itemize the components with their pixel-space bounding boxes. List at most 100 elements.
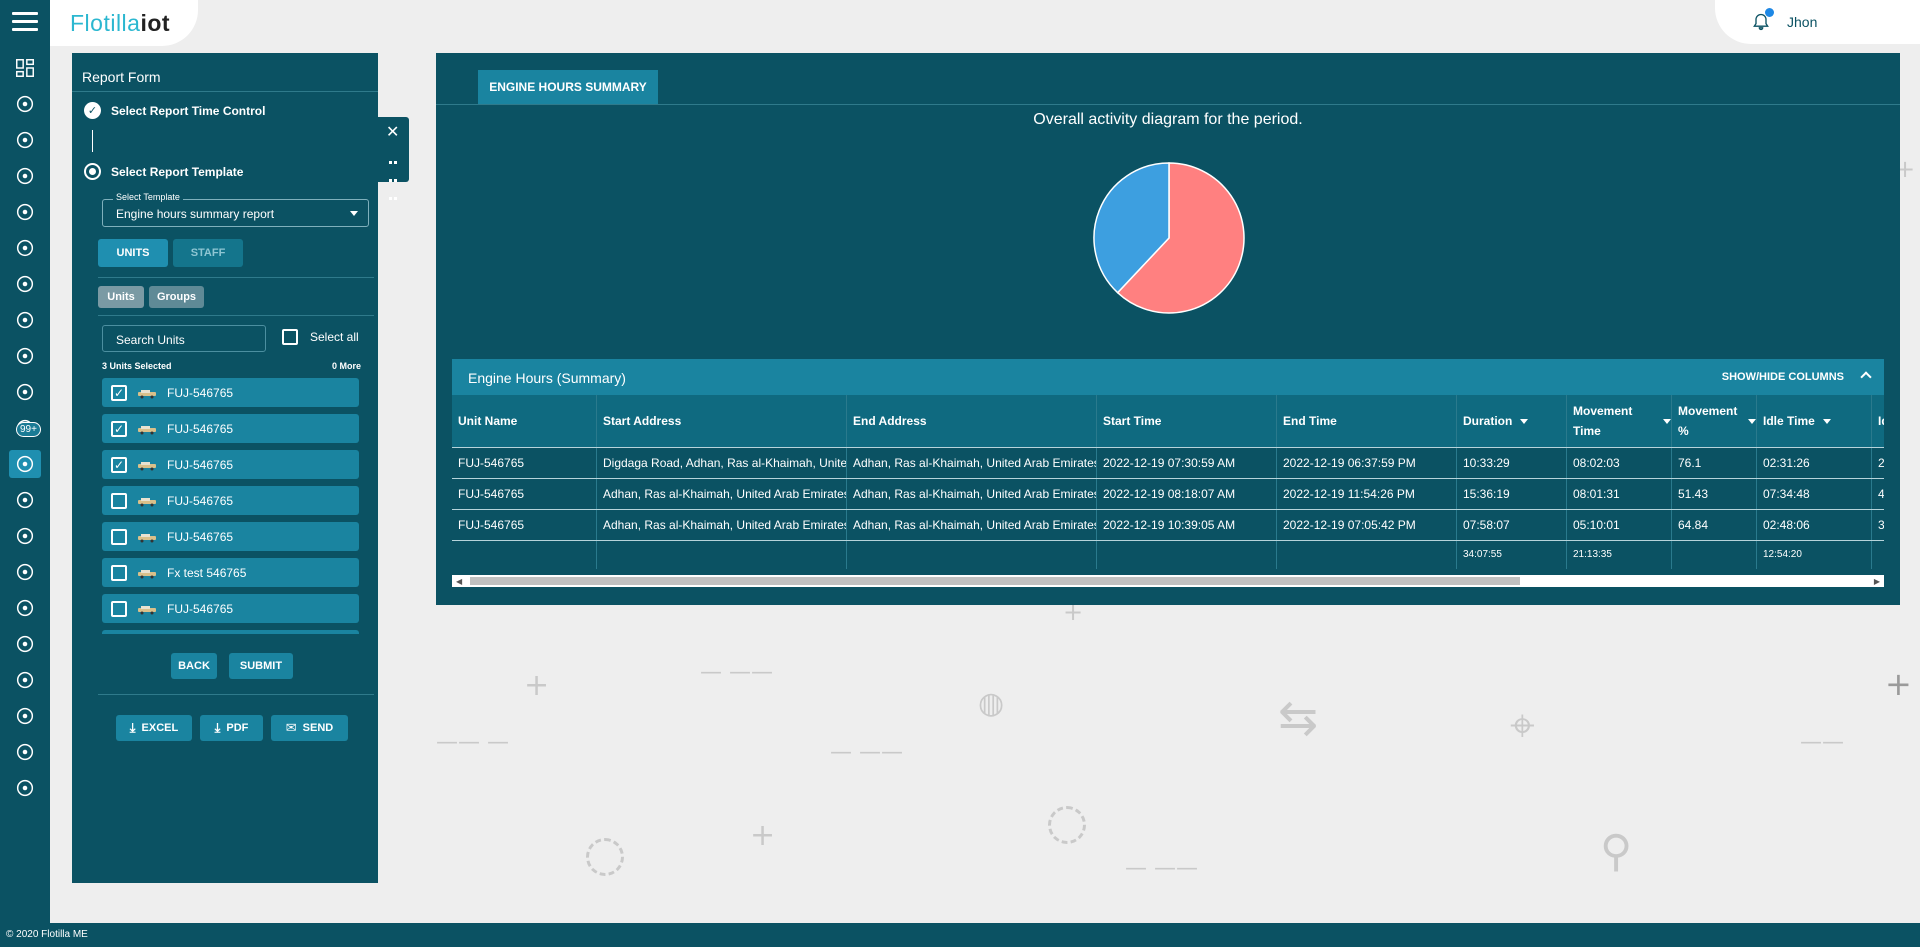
submit-button[interactable]: SUBMIT xyxy=(229,653,293,679)
column-header[interactable]: End Address xyxy=(847,395,1097,447)
tools-icon xyxy=(16,671,34,689)
template-select-label: Select Template xyxy=(113,192,183,202)
sidebar-workflow-icon[interactable] xyxy=(9,702,41,730)
pdf-button[interactable]: ⤓ PDF xyxy=(200,715,263,741)
sidebar-user-icon[interactable] xyxy=(9,198,41,226)
unit-list-item[interactable]: FUJ-546765 xyxy=(102,522,359,551)
unit-list-item[interactable]: FUJ-546765 xyxy=(102,594,359,623)
sidebar-geofence-icon[interactable] xyxy=(9,558,41,586)
subtab-units[interactable]: Units xyxy=(98,286,144,308)
unit-list-item[interactable]: Fx test 546765 xyxy=(102,558,359,587)
bg-pin-icon: ⌖ xyxy=(1510,700,1535,751)
tab-units[interactable]: UNITS xyxy=(98,239,168,267)
close-icon[interactable]: ✕ xyxy=(386,122,399,142)
show-hide-columns-button[interactable]: SHOW/HIDE COLUMNS xyxy=(1722,371,1844,383)
dashboard-icon xyxy=(16,59,34,77)
unit-list-item[interactable]: FUJ-546765 xyxy=(102,486,359,515)
checkbox-icon[interactable] xyxy=(111,492,127,509)
sidebar-route-icon[interactable] xyxy=(9,522,41,550)
sidebar-location-icon[interactable] xyxy=(9,378,41,406)
sidebar-chat-icon[interactable] xyxy=(9,486,41,514)
template-select[interactable]: Select Template Engine hours summary rep… xyxy=(102,192,369,227)
scrollbar-thumb[interactable] xyxy=(470,577,1520,585)
tab-staff[interactable]: STAFF xyxy=(173,239,243,267)
horizontal-scrollbar[interactable]: ◀ ▶ xyxy=(452,575,1884,587)
drag-handle-icon[interactable] xyxy=(388,152,398,206)
sidebar-users-icon[interactable] xyxy=(9,234,41,262)
checkbox-icon[interactable] xyxy=(111,564,127,581)
send-button[interactable]: ✉ SEND xyxy=(271,715,348,741)
geofence-icon xyxy=(16,563,34,581)
sort-caret-icon[interactable] xyxy=(1520,418,1529,424)
car-icon xyxy=(16,311,34,329)
checkbox-checked-icon[interactable]: ✓ xyxy=(111,456,127,473)
report-form-panel: Report Form ✓ Select Report Time Control… xyxy=(72,53,378,883)
logo-area[interactable]: Flotillaiot xyxy=(50,0,198,46)
column-header-label: Unit Name xyxy=(458,414,518,428)
sidebar-wrench-icon[interactable] xyxy=(9,270,41,298)
back-button[interactable]: BACK xyxy=(171,653,217,679)
column-header[interactable]: Start Address xyxy=(597,395,847,447)
select-all-checkbox[interactable]: Select all xyxy=(282,329,359,345)
column-header[interactable]: Idle Time xyxy=(1757,395,1872,447)
checkbox-icon[interactable] xyxy=(111,600,127,617)
column-header[interactable]: Unit Name xyxy=(452,395,597,447)
checkbox-checked-icon[interactable]: ✓ xyxy=(111,384,127,401)
sidebar-command-icon[interactable] xyxy=(9,630,41,658)
sidebar-car-icon[interactable] xyxy=(9,306,41,334)
sort-caret-icon[interactable] xyxy=(1663,418,1671,424)
total-cell xyxy=(1277,541,1457,569)
unit-list-item[interactable]: ✓ FUJ-546765 xyxy=(102,450,359,479)
vehicle-icon xyxy=(137,388,157,398)
checkbox-icon xyxy=(282,329,298,345)
total-cell xyxy=(1872,541,1884,569)
user-name[interactable]: Jhon xyxy=(1787,14,1817,30)
sidebar-monitor-icon[interactable] xyxy=(9,90,41,118)
monitor-icon xyxy=(16,95,34,113)
vehicle-icon xyxy=(137,424,157,434)
sort-caret-icon[interactable] xyxy=(1748,418,1756,424)
card-icon xyxy=(16,599,34,617)
sidebar-dashboard-icon[interactable] xyxy=(9,54,41,82)
excel-button[interactable]: ⤓ EXCEL xyxy=(116,715,192,741)
column-header[interactable]: Movement % xyxy=(1672,395,1757,447)
step-report-template[interactable]: Select Report Template xyxy=(84,163,243,180)
table-cell: 08:01:31 xyxy=(1567,479,1672,509)
chevron-up-icon[interactable] xyxy=(1860,371,1872,383)
sidebar-tools-icon[interactable] xyxy=(9,666,41,694)
wrench-icon xyxy=(16,275,34,293)
column-header[interactable]: Movement Time xyxy=(1567,395,1672,447)
scroll-left-icon[interactable]: ◀ xyxy=(456,577,462,586)
unit-list-item[interactable]: ✓ FUJ-546765 xyxy=(102,414,359,443)
sidebar-network-icon[interactable] xyxy=(9,162,41,190)
sidebar-trash-icon[interactable] xyxy=(9,738,41,766)
step-label: Select Report Template xyxy=(111,164,244,179)
sidebar-card-icon[interactable] xyxy=(9,594,41,622)
scroll-right-icon[interactable]: ▶ xyxy=(1874,577,1880,586)
column-header[interactable]: End Time xyxy=(1277,395,1457,447)
bg-dash-icon: — —— xyxy=(830,740,903,765)
table-cell: 05:10:01 xyxy=(1567,510,1672,540)
unit-list-item[interactable]: ✓ FUJ-546765 xyxy=(102,378,359,407)
table-cell: Adhan, Ras al-Khaimah, United Arab Emira… xyxy=(847,479,1097,509)
divider xyxy=(98,694,374,695)
sidebar-tasks-icon[interactable] xyxy=(9,126,41,154)
search-units-input[interactable]: Search Units xyxy=(102,325,266,352)
column-header[interactable]: Duration xyxy=(1457,395,1567,447)
workflow-icon xyxy=(16,707,34,725)
sort-caret-icon[interactable] xyxy=(1822,418,1831,424)
step-time-control[interactable]: ✓ Select Report Time Control xyxy=(84,102,265,119)
sidebar-report-icon[interactable] xyxy=(9,450,41,478)
column-header[interactable]: Start Time xyxy=(1097,395,1277,447)
divider xyxy=(436,104,1900,105)
column-header-label: Start Time xyxy=(1103,414,1162,428)
column-header[interactable]: Id xyxy=(1872,395,1884,447)
subtab-groups[interactable]: Groups xyxy=(149,286,204,308)
tab-engine-hours-summary[interactable]: ENGINE HOURS SUMMARY xyxy=(478,70,658,104)
hamburger-menu-button[interactable] xyxy=(12,12,38,32)
sidebar-scooter-icon[interactable] xyxy=(9,342,41,370)
checkbox-icon[interactable] xyxy=(111,528,127,545)
unit-list-item[interactable] xyxy=(102,630,359,634)
sidebar-layers-icon[interactable] xyxy=(9,774,41,802)
checkbox-checked-icon[interactable]: ✓ xyxy=(111,420,127,437)
